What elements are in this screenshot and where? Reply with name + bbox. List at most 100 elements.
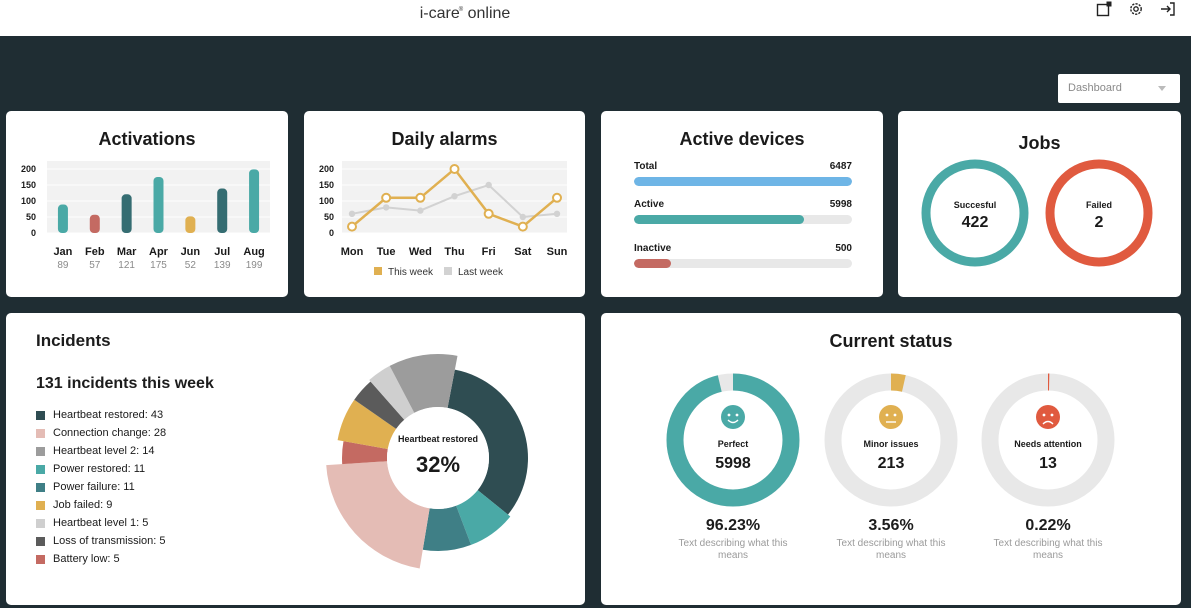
export-icon[interactable] xyxy=(1095,0,1113,18)
y-tick-label: 0 xyxy=(329,228,334,238)
x-tick-label: Feb xyxy=(85,246,105,258)
legend-swatch xyxy=(36,482,45,492)
legend-item: Battery low: 5 xyxy=(36,550,166,568)
data-point xyxy=(552,192,562,203)
current-status-card: Current status Perfect 5998 Minor issues 21… xyxy=(601,313,1181,605)
status-percent: 3.56% xyxy=(868,517,914,534)
face-eye xyxy=(893,413,897,417)
gear-icon[interactable] xyxy=(1127,0,1145,18)
jobs-success-label: Succesful xyxy=(954,200,997,210)
data-point xyxy=(381,192,392,203)
legend-item: Connection change: 28 xyxy=(36,424,166,442)
y-tick-label: 50 xyxy=(324,212,334,222)
x-tick-label: Mar xyxy=(117,246,137,258)
device-label: Total xyxy=(634,161,658,172)
legend-label: Connection change: 28 xyxy=(53,427,167,439)
y-tick-label: 200 xyxy=(21,164,36,174)
status-label: Needs attention xyxy=(1014,439,1082,449)
legend-label: Power restored: 11 xyxy=(53,463,146,475)
status-description: Text describing what this means xyxy=(993,538,1103,561)
legend-swatch xyxy=(36,446,45,456)
jobs-card: Jobs Succesful 422 Failed 2 xyxy=(898,111,1181,297)
legend-label: Job failed: 9 xyxy=(53,499,113,511)
donut-center-label: Heartbeat restored xyxy=(398,434,478,444)
y-tick-label: 150 xyxy=(319,180,334,190)
legend-swatch xyxy=(36,410,45,420)
jobs-rings: Succesful 422 Failed 2 xyxy=(921,159,1153,267)
x-tick-label: Tue xyxy=(377,246,396,258)
legend-swatch xyxy=(36,518,45,528)
bar xyxy=(57,204,68,233)
device-progress-track xyxy=(634,177,852,186)
data-point xyxy=(519,213,527,221)
status-label: Minor issues xyxy=(863,439,918,449)
status-description: Text describing what this means xyxy=(678,538,788,561)
device-row-inactive: Inactive 500 xyxy=(634,243,852,268)
y-tick-label: 50 xyxy=(26,212,36,222)
active-devices-card: Active devices Total 6487 Active 5998 Inac… xyxy=(601,111,883,297)
sad-face-icon xyxy=(1036,405,1060,429)
data-point xyxy=(382,204,390,211)
legend-label: Heartbeat level 2: 14 xyxy=(53,445,155,457)
status-value: 13 xyxy=(1039,455,1057,472)
x-tick-label: Mon xyxy=(341,246,364,258)
y-tick-label: 200 xyxy=(319,164,334,174)
legend-label: Power failure: 11 xyxy=(53,481,135,493)
data-point xyxy=(348,210,356,217)
legend-swatch xyxy=(36,428,45,438)
x-tick-label: Thu xyxy=(444,246,464,258)
data-point xyxy=(347,221,357,232)
jobs-failed-ring xyxy=(1045,159,1153,267)
legend-swatch xyxy=(36,464,45,474)
device-progress-fill xyxy=(634,177,852,186)
jobs-success-ring xyxy=(921,159,1029,267)
device-value: 5998 xyxy=(829,199,852,210)
bar-value-label: 57 xyxy=(89,260,101,271)
device-progress-fill xyxy=(634,215,805,224)
legend-item: Loss of transmission: 5 xyxy=(36,532,166,550)
legend-swatch xyxy=(36,536,45,546)
bar xyxy=(217,188,228,233)
dashboard-select[interactable]: Dashboard xyxy=(1058,74,1180,103)
logout-icon[interactable] xyxy=(1159,0,1177,18)
legend-item: Heartbeat level 1: 5 xyxy=(36,514,166,532)
legend-item: Job failed: 9 xyxy=(36,496,166,514)
dashboard-select-value: Dashboard xyxy=(1068,82,1122,94)
x-tick-label: Jun xyxy=(181,246,201,258)
legend-swatch xyxy=(444,267,452,275)
bar-value-label: 89 xyxy=(57,260,69,271)
daily-alarms-card: Daily alarms 200 150 100 50 0 Mon Tue Wed Thu Fri… xyxy=(304,111,585,297)
legend-swatch xyxy=(36,500,45,510)
x-tick-label: Jul xyxy=(214,246,230,258)
data-point xyxy=(415,192,426,203)
y-tick-label: 100 xyxy=(319,196,334,206)
device-progress-track xyxy=(634,259,852,268)
device-progress-track xyxy=(634,215,852,224)
face-eye xyxy=(1050,413,1054,417)
face-eye xyxy=(727,413,731,417)
data-point xyxy=(553,210,561,217)
device-row-total: Total 6487 xyxy=(634,161,852,186)
bar xyxy=(121,194,132,233)
data-point xyxy=(485,181,492,189)
incidents-legend: Heartbeat restored: 43 Connection change… xyxy=(36,406,166,568)
legend-swatch xyxy=(36,554,45,564)
activations-card: Activations 200 150 100 50 0 Jan 89 Feb 57 Mar 121… xyxy=(6,111,288,297)
x-tick-label: Sun xyxy=(547,246,568,258)
daily-alarms-chart: 200 150 100 50 0 Mon Tue Wed Thu Fri Sat Sun This we… xyxy=(319,161,568,278)
bar xyxy=(185,216,196,233)
bar xyxy=(153,177,164,233)
data-point xyxy=(449,164,460,174)
legend-swatch xyxy=(374,267,382,275)
legend-label: Loss of transmission: 5 xyxy=(53,535,166,547)
jobs-failed-value: 2 xyxy=(1095,214,1104,231)
legend-item: Power restored: 11 xyxy=(36,460,166,478)
legend-label: Heartbeat level 1: 5 xyxy=(53,517,149,529)
status-percent: 0.22% xyxy=(1025,517,1071,534)
bar xyxy=(249,169,260,233)
data-point xyxy=(417,207,424,214)
bar-value-label: 52 xyxy=(185,260,197,271)
x-tick-label: Jan xyxy=(53,246,72,258)
chevron-down-icon xyxy=(1158,86,1166,91)
status-percent: 96.23% xyxy=(705,517,761,534)
